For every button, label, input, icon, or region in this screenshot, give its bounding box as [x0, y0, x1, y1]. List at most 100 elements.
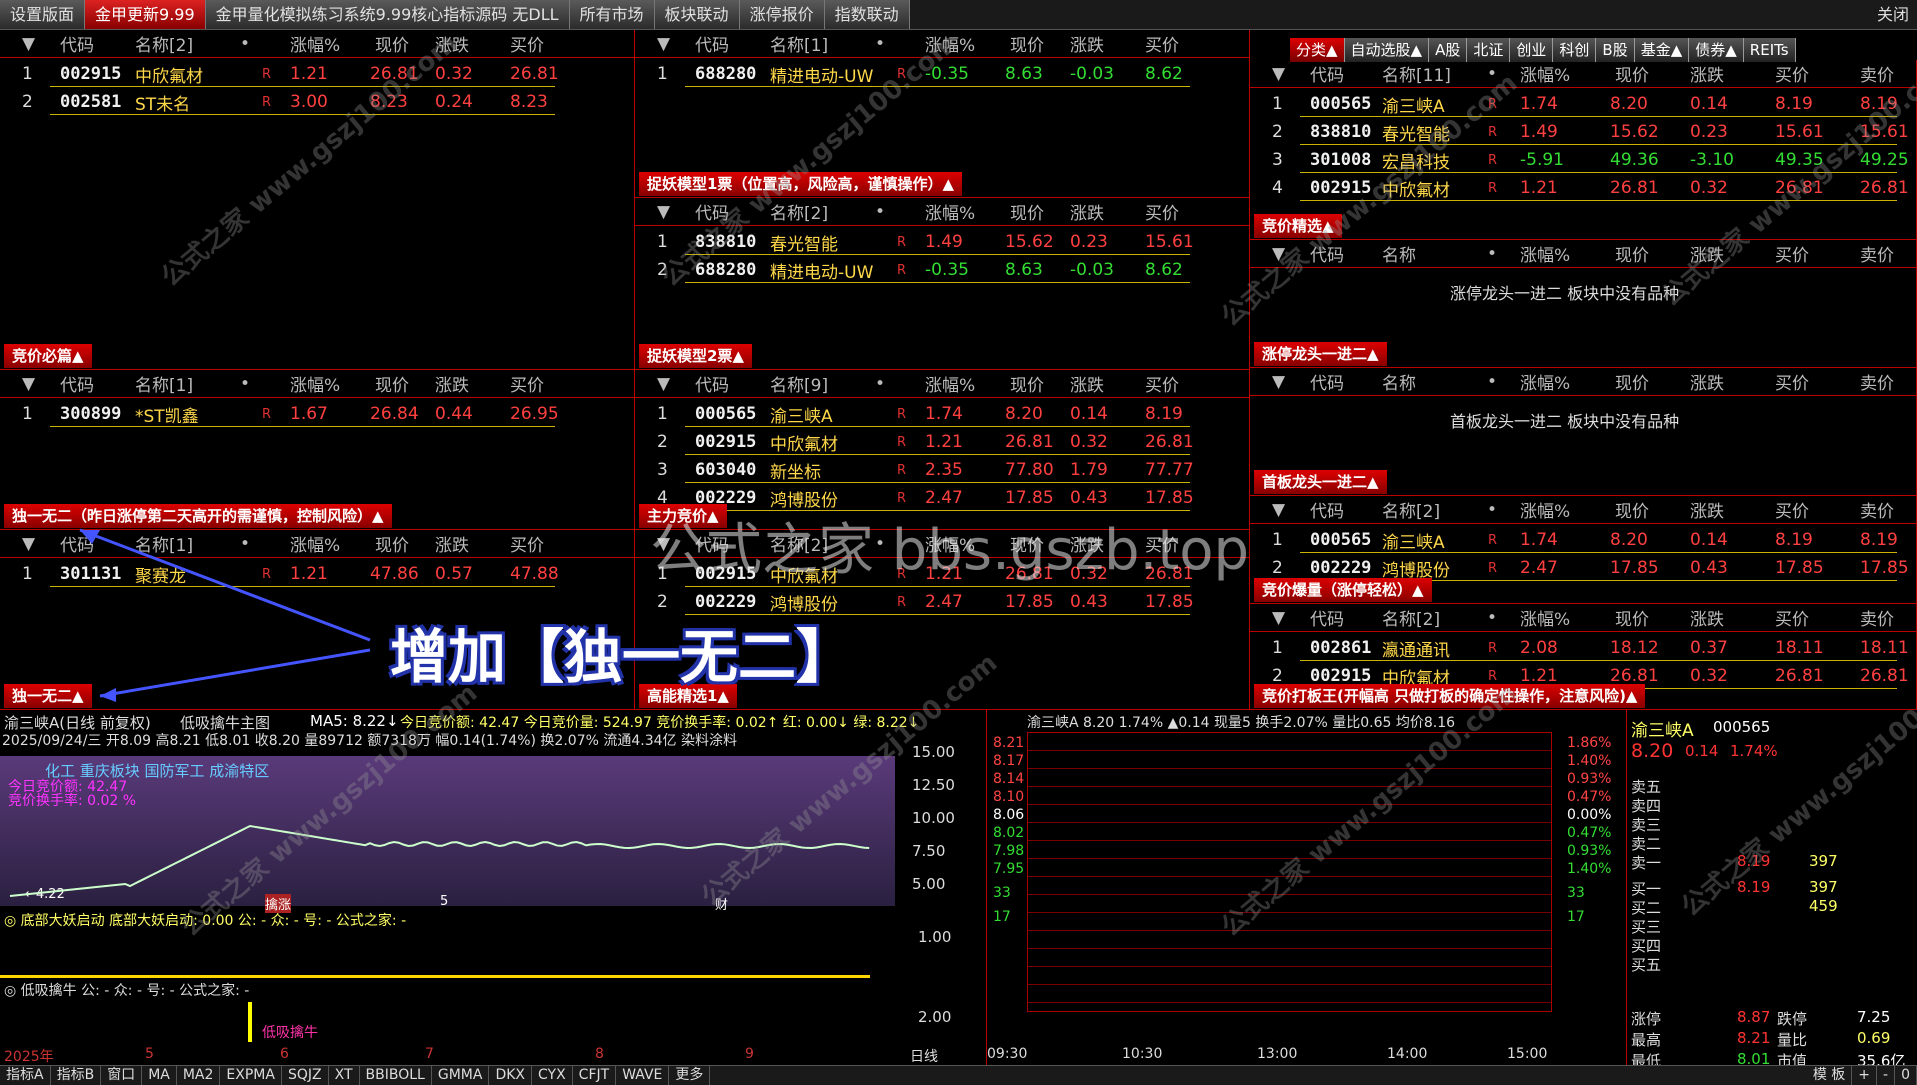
- column-header[interactable]: •: [1487, 244, 1497, 264]
- table-row[interactable]: 2 002581 ST未名 R 3.00 8.23 0.24 8.23: [0, 88, 634, 116]
- intraday-chart[interactable]: 渝三峡A 8.20 1.74% ▲0.14 现量5 换手2.07% 量比0.65…: [987, 710, 1627, 1065]
- column-header[interactable]: 涨幅%: [1520, 369, 1570, 394]
- column-header[interactable]: 涨跌: [1690, 497, 1724, 522]
- table-row[interactable]: 1 301131 聚赛龙 R 1.21 47.86 0.57 47.88: [0, 560, 634, 588]
- column-header[interactable]: 现价: [1010, 199, 1044, 224]
- column-header[interactable]: •: [240, 374, 250, 394]
- column-header[interactable]: 代码: [60, 531, 94, 556]
- indicator-btn-0[interactable]: 指标A: [0, 1066, 51, 1085]
- column-header[interactable]: 现价: [1615, 369, 1649, 394]
- column-header[interactable]: •: [875, 374, 885, 394]
- column-header[interactable]: 现价: [1010, 31, 1044, 56]
- table-row[interactable]: 2 838810 春光智能 R 1.49 15.62 0.23 15.61 15.61: [1250, 118, 1916, 146]
- column-header[interactable]: 卖价: [1860, 605, 1894, 630]
- side-tab-4[interactable]: 创业: [1510, 38, 1554, 62]
- column-header[interactable]: 买价: [1145, 371, 1179, 396]
- column-header[interactable]: 现价: [1615, 61, 1649, 86]
- table-row[interactable]: 2 688280 精进电动-UW R -0.35 8.63 -0.03 8.62: [635, 256, 1249, 284]
- indicator-btn-5[interactable]: EXPMA: [220, 1066, 282, 1085]
- column-header[interactable]: 买价: [1145, 199, 1179, 224]
- column-header[interactable]: 代码: [60, 371, 94, 396]
- column-header[interactable]: 涨幅%: [290, 371, 340, 396]
- table-row[interactable]: 1 838810 春光智能 R 1.49 15.62 0.23 15.61: [635, 228, 1249, 256]
- side-tab-9[interactable]: REITs: [1743, 38, 1796, 62]
- kline-chart[interactable]: 渝三峡A(日线 前复权) 低吸擒牛主图 MA5: 8.22↓ 今日竞价额: 42.47…: [0, 710, 987, 1065]
- table-row[interactable]: 1 688280 精进电动-UW R -0.35 8.63 -0.03 8.62: [635, 60, 1249, 88]
- column-header[interactable]: ▼: [1272, 64, 1285, 84]
- column-header[interactable]: 涨幅%: [290, 31, 340, 56]
- column-header[interactable]: 名称[2]: [1382, 605, 1440, 630]
- column-header[interactable]: 现价: [375, 31, 409, 56]
- column-header[interactable]: ▼: [1272, 244, 1285, 264]
- panel-title-r5[interactable]: 竞价打板王(开幅高 只做打板的确定性操作，注意风险)▲: [1254, 684, 1646, 708]
- toolbar-right-btn[interactable]: 模 板: [1807, 1066, 1853, 1085]
- column-header[interactable]: 名称[1]: [135, 371, 193, 396]
- column-header[interactable]: ▼: [22, 534, 35, 554]
- column-header[interactable]: 涨跌: [1690, 605, 1724, 630]
- column-header[interactable]: 涨跌: [1070, 199, 1104, 224]
- column-header[interactable]: ▼: [1272, 608, 1285, 628]
- column-header[interactable]: •: [1487, 608, 1497, 628]
- indicator-btn-2[interactable]: 窗口: [101, 1066, 143, 1085]
- panel-title-r3[interactable]: 首板龙头一进二▲: [1254, 470, 1387, 494]
- table-row[interactable]: 1 000565 渝三峡A R 1.74 8.20 0.14 8.19 8.19: [1250, 90, 1916, 118]
- column-header[interactable]: 名称[2]: [135, 31, 193, 56]
- column-header[interactable]: 买价: [1775, 605, 1809, 630]
- column-header[interactable]: 代码: [695, 199, 729, 224]
- column-header[interactable]: ▼: [657, 374, 670, 394]
- column-header[interactable]: 代码: [1310, 241, 1344, 266]
- column-header[interactable]: 涨幅%: [925, 371, 975, 396]
- column-header[interactable]: 买价: [1775, 241, 1809, 266]
- column-header[interactable]: 涨幅%: [1520, 605, 1570, 630]
- panel-title-r1[interactable]: 竞价精选▲: [1254, 214, 1342, 238]
- table-row[interactable]: 3 603040 新坐标 R 2.35 77.80 1.79 77.77: [635, 456, 1249, 484]
- indicator-btn-8[interactable]: BBIBOLL: [360, 1066, 432, 1085]
- column-header[interactable]: 现价: [1615, 241, 1649, 266]
- column-header[interactable]: 名称[2]: [770, 199, 828, 224]
- column-header[interactable]: 买价: [1775, 61, 1809, 86]
- column-header[interactable]: 名称: [1382, 369, 1416, 394]
- panel-title-p7[interactable]: 独一无二▲: [4, 684, 92, 708]
- top-tab-3[interactable]: 所有市场: [569, 0, 655, 29]
- close-link[interactable]: 关闭: [1877, 0, 1909, 30]
- indicator-btn-11[interactable]: CYX: [532, 1066, 573, 1085]
- panel-title-p2[interactable]: 捉妖模型1票（位置高，风险高，谨慎操作）▲: [639, 172, 962, 196]
- column-header[interactable]: 现价: [1615, 497, 1649, 522]
- column-header[interactable]: ▼: [1272, 372, 1285, 392]
- column-header[interactable]: 代码: [1310, 61, 1344, 86]
- top-tab-6[interactable]: 指数联动: [824, 0, 910, 29]
- toolbar-right-btn[interactable]: -: [1877, 1066, 1896, 1085]
- toolbar-right-btn[interactable]: 0: [1895, 1066, 1917, 1085]
- column-header[interactable]: 涨跌: [1070, 31, 1104, 56]
- column-header[interactable]: •: [240, 534, 250, 554]
- column-header[interactable]: 名称: [1382, 241, 1416, 266]
- column-header[interactable]: •: [875, 34, 885, 54]
- column-header[interactable]: 代码: [695, 31, 729, 56]
- column-header[interactable]: 代码: [1310, 497, 1344, 522]
- column-header[interactable]: 涨跌: [435, 531, 469, 556]
- column-header[interactable]: ▼: [657, 34, 670, 54]
- column-header[interactable]: 买价: [1145, 31, 1179, 56]
- column-header[interactable]: 卖价: [1860, 241, 1894, 266]
- side-tab-5[interactable]: 科创: [1553, 38, 1597, 62]
- indicator-btn-9[interactable]: GMMA: [432, 1066, 490, 1085]
- column-header[interactable]: 名称[1]: [135, 531, 193, 556]
- indicator-btn-12[interactable]: CFJT: [573, 1066, 617, 1085]
- column-header[interactable]: 卖价: [1860, 61, 1894, 86]
- column-header[interactable]: 名称[1]: [770, 31, 828, 56]
- column-header[interactable]: •: [1487, 64, 1497, 84]
- indicator-btn-10[interactable]: DKX: [489, 1066, 532, 1085]
- top-tab-5[interactable]: 涨停报价: [739, 0, 825, 29]
- indicator-btn-13[interactable]: WAVE: [616, 1066, 670, 1085]
- column-header[interactable]: •: [240, 34, 250, 54]
- column-header[interactable]: 涨幅%: [290, 531, 340, 556]
- column-header[interactable]: 买价: [510, 531, 544, 556]
- side-tab-3[interactable]: 北证: [1467, 38, 1511, 62]
- column-header[interactable]: 名称[2]: [1382, 497, 1440, 522]
- column-header[interactable]: ▼: [22, 374, 35, 394]
- column-header[interactable]: 涨跌: [1690, 369, 1724, 394]
- column-header[interactable]: •: [875, 202, 885, 222]
- column-header[interactable]: 现价: [375, 531, 409, 556]
- side-tab-1[interactable]: 自动选股▲: [1344, 38, 1430, 62]
- column-header[interactable]: ▼: [657, 202, 670, 222]
